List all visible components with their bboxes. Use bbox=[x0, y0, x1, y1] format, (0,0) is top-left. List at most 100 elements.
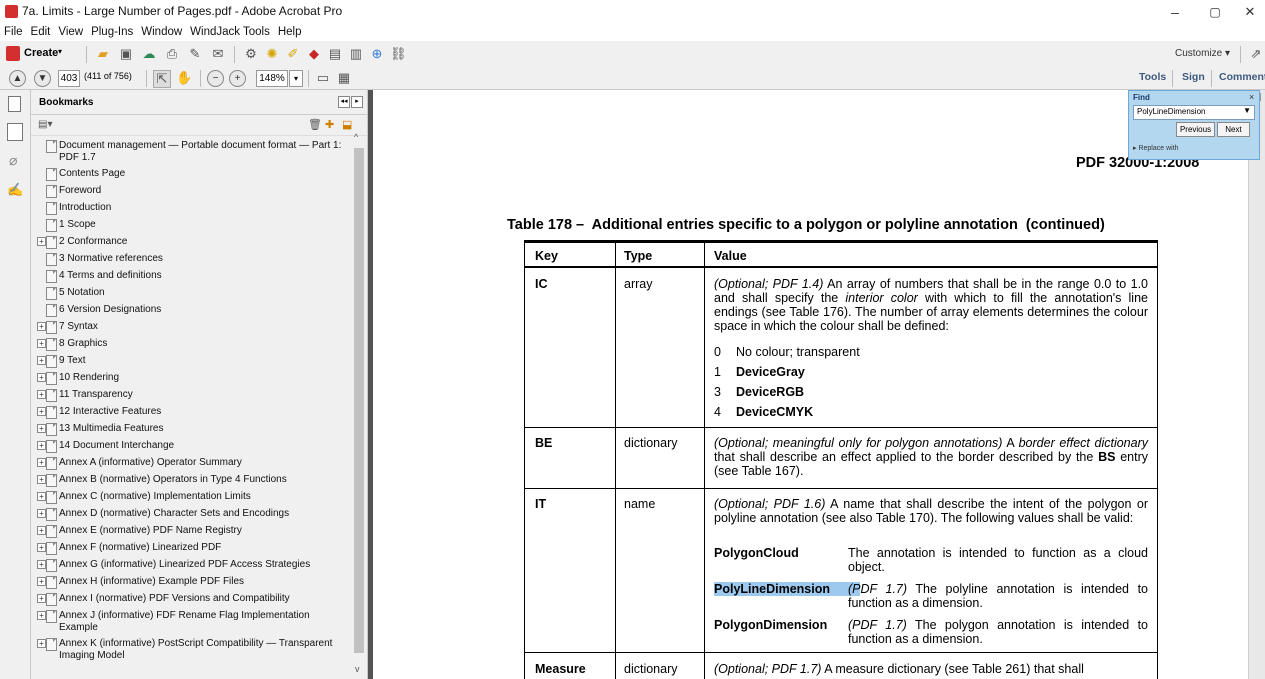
edit-icon[interactable]: ✎ bbox=[187, 46, 203, 62]
security-icon[interactable]: ⊕ bbox=[369, 46, 385, 62]
expand-icon[interactable]: + bbox=[37, 577, 46, 586]
signatures-icon[interactable]: ✍ bbox=[7, 182, 23, 198]
be-italic: border effect dictionary bbox=[1018, 436, 1148, 450]
bookmarks-icon[interactable] bbox=[7, 123, 23, 141]
collapse-panel-icon[interactable]: ◂◂ bbox=[338, 96, 350, 108]
attachments-icon[interactable]: ⌀ bbox=[9, 152, 17, 169]
expand-icon[interactable]: + bbox=[37, 509, 46, 518]
options-menu-icon[interactable]: ▤▾ bbox=[38, 119, 52, 130]
document-scrollbar[interactable] bbox=[1248, 90, 1265, 679]
create-button[interactable]: Create ▾ bbox=[4, 45, 64, 63]
tagged-bookmark-icon[interactable]: ⬓ bbox=[342, 118, 352, 131]
expand-icon[interactable]: + bbox=[37, 543, 46, 552]
find-next-button[interactable]: Next bbox=[1217, 122, 1250, 137]
expand-icon[interactable]: + bbox=[37, 373, 46, 382]
page-number-input[interactable]: 403 bbox=[58, 70, 80, 87]
menu-help[interactable]: Help bbox=[274, 24, 306, 41]
expand-icon[interactable]: + bbox=[37, 594, 46, 603]
intent-version: (PDF 1.7) bbox=[848, 582, 908, 596]
menu-file[interactable]: File bbox=[0, 24, 27, 41]
delete-bookmark-icon[interactable]: 🗑 bbox=[308, 118, 322, 131]
sign-tab[interactable]: Sign bbox=[1182, 71, 1205, 83]
key-ic: IC bbox=[535, 277, 548, 291]
expand-icon[interactable]: + bbox=[37, 611, 46, 620]
expand-icon[interactable]: + bbox=[37, 424, 46, 433]
value-be: (Optional; meaningful only for polygon a… bbox=[714, 436, 1148, 478]
intent-version: (PDF 1.7) bbox=[848, 618, 907, 632]
expand-icon[interactable]: + bbox=[37, 407, 46, 416]
replace-with-toggle[interactable]: ▸ Replace with bbox=[1133, 144, 1179, 152]
expand-icon[interactable]: + bbox=[37, 339, 46, 348]
next-page-button[interactable]: ▼ bbox=[34, 70, 51, 87]
bookmark-label: Introduction bbox=[59, 202, 112, 213]
expand-icon[interactable]: + bbox=[37, 560, 46, 569]
expand-icon[interactable]: + bbox=[37, 458, 46, 467]
expand-icon[interactable]: + bbox=[37, 492, 46, 501]
maximize-button[interactable]: ▢ bbox=[1195, 2, 1235, 22]
expand-panel-icon[interactable]: ▸ bbox=[351, 96, 363, 108]
menu-plugins[interactable]: Plug-Ins bbox=[87, 24, 137, 41]
scroll-down-icon[interactable]: v bbox=[355, 664, 360, 674]
comment-tab[interactable]: Comment bbox=[1219, 71, 1265, 83]
comment-icon[interactable]: ✺ bbox=[264, 46, 280, 62]
print-icon[interactable]: ⎙ bbox=[164, 46, 180, 62]
zoom-input[interactable]: 148% bbox=[256, 70, 288, 87]
highlight-icon[interactable]: ✐ bbox=[285, 46, 301, 62]
find-input[interactable]: PolyLineDimension ▼ bbox=[1133, 105, 1255, 120]
settings-icon[interactable]: ⚙ bbox=[243, 46, 259, 62]
email-icon[interactable]: ✉ bbox=[210, 46, 226, 62]
bookmark-label: Annex F (normative) Linearized PDF bbox=[59, 542, 222, 553]
link-icon[interactable]: ⛓ bbox=[390, 46, 407, 62]
tools-tab[interactable]: Tools bbox=[1139, 71, 1166, 83]
stamp-icon[interactable]: ◆ bbox=[306, 46, 322, 62]
page-icon[interactable]: ▥ bbox=[348, 46, 364, 62]
customize-dropdown[interactable]: Customize ▾ bbox=[1175, 48, 1230, 59]
expand-icon[interactable]: + bbox=[37, 441, 46, 450]
zoom-dropdown-icon[interactable]: ▾ bbox=[289, 70, 303, 87]
toolbar-divider bbox=[1211, 70, 1212, 87]
bookmark-page-icon bbox=[46, 525, 57, 538]
find-previous-button[interactable]: Previous bbox=[1176, 122, 1215, 137]
menu-windjack-tools[interactable]: WindJack Tools bbox=[186, 24, 274, 41]
minimize-button[interactable]: – bbox=[1155, 2, 1195, 22]
colour-component-count: 4 bbox=[714, 405, 721, 419]
colour-component-count: 3 bbox=[714, 385, 721, 399]
form-icon[interactable]: ▤ bbox=[327, 46, 343, 62]
expand-icon[interactable]: + bbox=[37, 237, 46, 246]
expand-icon[interactable]: + bbox=[37, 639, 46, 648]
scroll-up-icon[interactable]: ^ bbox=[354, 132, 358, 142]
colour-list-item: 0 No colour; transparent bbox=[714, 345, 860, 359]
expand-icon[interactable]: ⇗ bbox=[1248, 46, 1264, 62]
find-dropdown-icon[interactable]: ▼ bbox=[1243, 106, 1251, 115]
bookmark-page-icon bbox=[46, 593, 57, 606]
find-close-icon[interactable]: × bbox=[1249, 92, 1254, 102]
expand-icon[interactable]: + bbox=[37, 356, 46, 365]
scrollbar-thumb[interactable] bbox=[354, 148, 364, 653]
fit-page-icon[interactable]: ▭ bbox=[315, 70, 331, 86]
menu-view[interactable]: View bbox=[54, 24, 87, 41]
be-text: A bbox=[1002, 436, 1019, 450]
new-bookmark-icon[interactable]: ✚ bbox=[325, 118, 334, 131]
zoom-in-button[interactable]: + bbox=[229, 70, 246, 87]
previous-page-button[interactable]: ▲ bbox=[9, 70, 26, 87]
zoom-out-button[interactable]: − bbox=[207, 70, 224, 87]
select-tool-icon[interactable]: ⇱ bbox=[153, 70, 171, 88]
share-icon[interactable]: ☁ bbox=[141, 46, 157, 62]
key-measure: Measure bbox=[535, 662, 586, 676]
bookmark-label: 4 Terms and definitions bbox=[59, 270, 162, 281]
expand-icon[interactable]: + bbox=[37, 526, 46, 535]
expand-icon[interactable]: + bbox=[37, 322, 46, 331]
bookmark-page-icon bbox=[46, 457, 57, 470]
expand-icon[interactable]: + bbox=[37, 390, 46, 399]
expand-icon[interactable]: + bbox=[37, 475, 46, 484]
bookmark-label: 14 Document Interchange bbox=[59, 440, 175, 451]
close-button[interactable]: ✕ bbox=[1230, 2, 1265, 22]
menu-window[interactable]: Window bbox=[137, 24, 186, 41]
page-thumbnails-icon[interactable] bbox=[8, 96, 21, 112]
save-icon[interactable]: ▣ bbox=[118, 46, 134, 62]
open-folder-icon[interactable]: ▰ bbox=[95, 46, 111, 62]
hand-tool-icon[interactable]: ✋ bbox=[176, 70, 192, 86]
scrolling-mode-icon[interactable]: ▦ bbox=[336, 70, 352, 86]
menu-edit[interactable]: Edit bbox=[27, 24, 55, 41]
bookmarks-scrollbar[interactable]: ^ v bbox=[351, 132, 367, 679]
